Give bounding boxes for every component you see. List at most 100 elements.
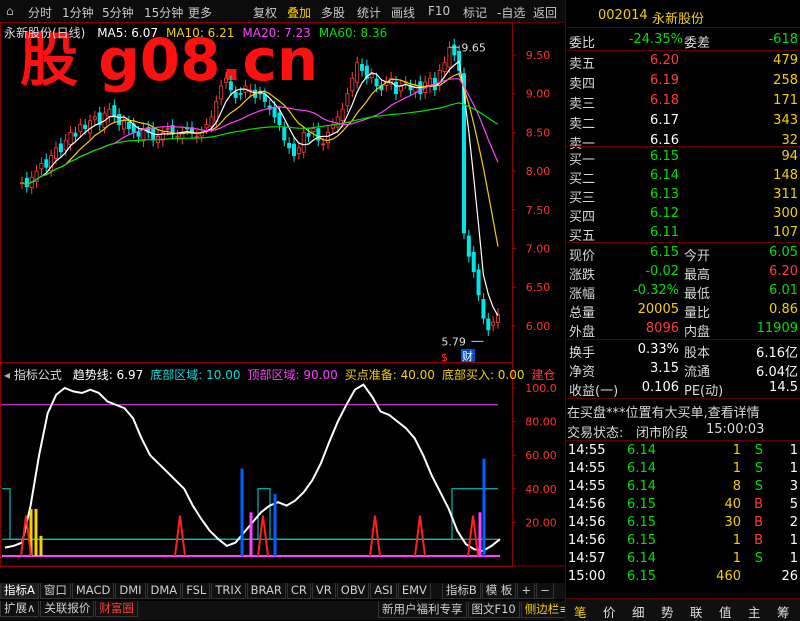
- tick-volume: 8: [732, 479, 741, 494]
- stat-value: 3.15: [650, 361, 679, 376]
- tick-count: 1: [789, 461, 798, 476]
- tick-row: 15:00 6.15 460 26: [566, 567, 800, 587]
- sell-level-3: 卖三 6.18 171: [566, 91, 800, 112]
- toolbar-item-11[interactable]: 标记: [463, 4, 487, 21]
- sell-price: 6.19: [650, 73, 679, 88]
- panel-tab-4[interactable]: 联: [690, 602, 703, 621]
- toolbar-item-0[interactable]: 分时: [28, 4, 52, 21]
- tick-price: 6.15: [627, 497, 656, 512]
- toolbar-item-4[interactable]: 更多: [188, 4, 212, 21]
- toolbar-item-1[interactable]: 1分钟: [62, 4, 94, 21]
- toolbar-item-10[interactable]: F10: [428, 4, 450, 18]
- indicator-formula-label[interactable]: 指标公式: [14, 368, 62, 382]
- indicator-tick: 40.00: [525, 483, 557, 496]
- low-label: 5.79: [441, 335, 466, 348]
- status-tab-0[interactable]: 新用户福利专享: [378, 602, 467, 618]
- tick-volume: 1: [732, 461, 741, 476]
- quote-value: 6.15: [650, 245, 679, 260]
- quote-row-4: 外盘 8096 内盘 11909: [566, 319, 800, 340]
- quote-row-0: 现价 6.15 今开 6.05: [566, 243, 800, 264]
- tick-row: 14:56 6.15 40 B 5: [566, 495, 800, 515]
- indicator-tab-9[interactable]: VR: [311, 583, 336, 599]
- indicator-tab-2[interactable]: MACD: [71, 583, 115, 599]
- indicator-tab-4[interactable]: DMA: [146, 583, 182, 599]
- tick-volume: 40: [724, 497, 741, 512]
- toolbar-item-9[interactable]: 画线: [391, 4, 415, 21]
- indicator-tab-14[interactable]: 模 板: [481, 583, 517, 599]
- tick-count: 5: [789, 497, 798, 512]
- tick-direction: B: [754, 515, 763, 530]
- quote-row-3: 总量 20005 量比 0.86: [566, 300, 800, 321]
- tick-time: 14:56: [568, 497, 606, 512]
- panel-tab-6[interactable]: 主: [748, 602, 761, 621]
- indicator-tab-0[interactable]: 指标A: [0, 583, 39, 599]
- indicator-tab-3[interactable]: DMI: [115, 583, 146, 599]
- indicator-tick: 20.00: [525, 516, 557, 529]
- indicator-tab-16[interactable]: −: [536, 583, 554, 599]
- home-icon[interactable]: ⌂: [6, 4, 14, 18]
- big-order-notice[interactable]: 在买盘***位置有大买单,查看详情: [567, 402, 760, 421]
- toolbar-item-8[interactable]: 统计: [357, 4, 381, 21]
- panel-tab-2[interactable]: 细: [632, 602, 645, 621]
- bottom-tab-0[interactable]: 扩展∧: [0, 601, 40, 617]
- indicator-tab-13[interactable]: 指标B: [441, 583, 481, 599]
- stat-row-2: 收益(一) 0.106 PE(动) 14.5: [566, 378, 800, 399]
- indicator-tick: 80.00: [525, 416, 557, 429]
- panel-tab-1[interactable]: 价: [603, 602, 616, 621]
- tick-price: 6.14: [627, 461, 656, 476]
- tick-direction: B: [754, 497, 763, 512]
- tick-time: 15:00: [568, 569, 606, 584]
- buy-volume: 311: [773, 187, 798, 202]
- bottom-tab-1[interactable]: 关联报价: [40, 601, 95, 617]
- toolbar-item-12[interactable]: -自选: [497, 4, 525, 21]
- toolbar-item-3[interactable]: 15分钟: [144, 4, 183, 21]
- sell-label: 卖五: [569, 57, 596, 72]
- indicator-tab-5[interactable]: FSL: [182, 583, 211, 599]
- indicator-legend-4: 底部买入: 0.00: [441, 368, 525, 382]
- tick-direction: S: [754, 479, 763, 494]
- buy-price: 6.13: [650, 187, 679, 202]
- stat-label: PE(动): [684, 384, 724, 399]
- tick-price: 6.15: [627, 569, 656, 584]
- status-tab-1[interactable]: 图文F10: [467, 602, 520, 618]
- tick-price: 6.14: [627, 479, 656, 494]
- kline-chart[interactable]: 股 g08.cn 9.509.008.508.007.507.006.506.00…: [0, 22, 565, 567]
- tick-price: 6.15: [627, 515, 656, 530]
- indicator-tab-15[interactable]: +: [517, 583, 536, 599]
- bottom-tab-2[interactable]: 财富圈: [95, 601, 138, 617]
- indicator-collapse-icon[interactable]: ◂: [4, 368, 10, 382]
- panel-tab-5[interactable]: 值: [719, 602, 732, 621]
- indicator-tab-7[interactable]: BRAR: [246, 583, 286, 599]
- stat-row-1: 净资 3.15 流通 6.04亿: [566, 359, 800, 380]
- buy-volume: 148: [773, 168, 798, 183]
- sell-level-4: 卖四 6.19 258: [566, 71, 800, 92]
- price-tick: 6.00: [526, 320, 551, 333]
- price-tick: 7.00: [526, 243, 551, 256]
- indicator-tab-6[interactable]: TRIX: [211, 583, 246, 599]
- indicator-tab-8[interactable]: CR: [286, 583, 311, 599]
- finance-marker[interactable]: 财: [462, 349, 473, 363]
- indicator-tick: 60.00: [525, 449, 557, 462]
- tick-direction: S: [754, 551, 763, 566]
- toolbar-item-6[interactable]: 叠加: [287, 4, 311, 21]
- indicator-tab-10[interactable]: OBV: [336, 583, 370, 599]
- panel-tab-0[interactable]: 笔: [574, 602, 587, 621]
- toolbar-item-2[interactable]: 5分钟: [102, 4, 134, 21]
- quote-value: 0.86: [769, 302, 798, 317]
- panel-tab-3[interactable]: 势: [661, 602, 674, 621]
- panel-tab-7[interactable]: 筹: [777, 602, 790, 621]
- indicator-legend-2: 顶部区域: 90.00: [247, 368, 338, 382]
- toolbar-item-13[interactable]: 返回: [533, 4, 557, 21]
- sell-label: 卖四: [569, 77, 596, 92]
- dividend-marker[interactable]: $: [441, 351, 448, 364]
- tick-time: 14:55: [568, 479, 606, 494]
- chart-title: 永新股份(日线): [4, 26, 86, 40]
- indicator-tab-12[interactable]: EMV: [397, 583, 431, 599]
- buy-price: 6.12: [650, 206, 679, 221]
- buy-level-1: 买一 6.15 94: [566, 147, 800, 168]
- toolbar-item-5[interactable]: 复权: [253, 4, 277, 21]
- indicator-tab-1[interactable]: 窗口: [39, 583, 71, 599]
- tick-volume: 1: [732, 443, 741, 458]
- indicator-tab-11[interactable]: ASI: [370, 583, 397, 599]
- toolbar-item-7[interactable]: 多股: [321, 4, 345, 21]
